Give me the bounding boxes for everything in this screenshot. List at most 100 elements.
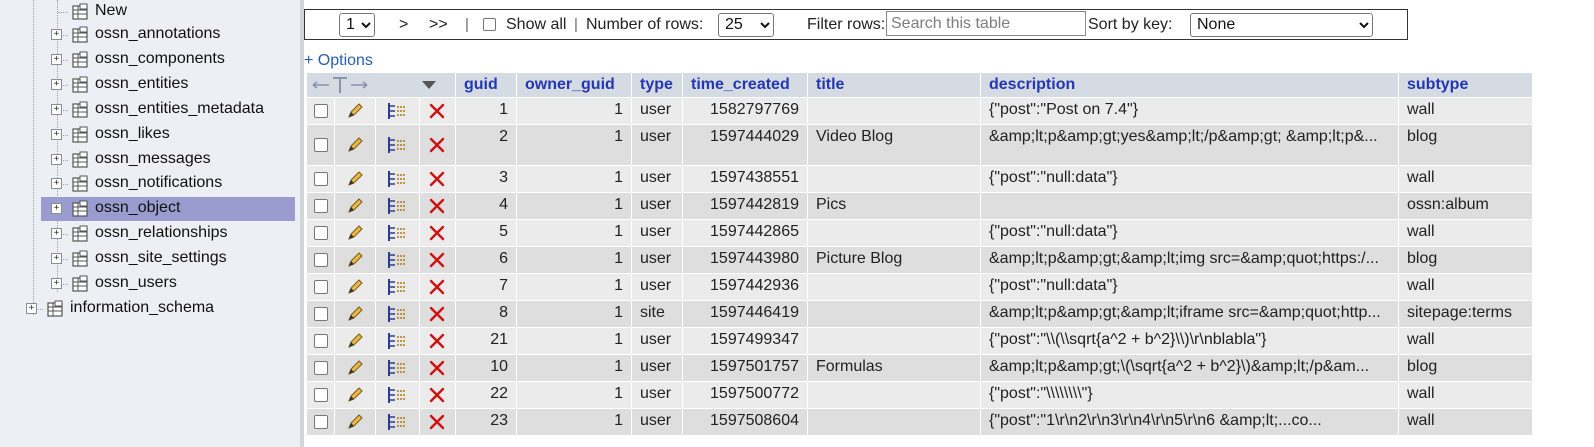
cell-subtype[interactable]: wall	[1399, 382, 1532, 408]
cell-subtype[interactable]: blog	[1399, 247, 1532, 273]
delete-x-icon[interactable]	[428, 359, 446, 377]
row-select-checkbox[interactable]	[313, 414, 328, 429]
cell-time-created[interactable]: 1597438551	[683, 166, 807, 192]
cell-time-created[interactable]: 1582797769	[683, 98, 807, 124]
copy-row-icon[interactable]	[386, 250, 408, 270]
cell-type[interactable]: user	[632, 274, 682, 300]
cell-subtype[interactable]: ossn:album	[1399, 193, 1532, 219]
delete-x-icon[interactable]	[428, 305, 446, 323]
cell-guid[interactable]: 7	[456, 274, 516, 300]
cell-type[interactable]: user	[632, 409, 682, 435]
expand-toggle-icon[interactable]: +	[51, 129, 62, 140]
copy-row-icon[interactable]	[386, 101, 408, 121]
expand-toggle-icon[interactable]: +	[51, 154, 62, 165]
cell-description[interactable]: &amp;lt;p&amp;gt;&amp;lt;img src=&amp;qu…	[981, 247, 1398, 273]
pencil-edit-icon[interactable]	[345, 304, 365, 324]
cell-title[interactable]	[808, 274, 980, 300]
cell-time-created[interactable]: 1597442936	[683, 274, 807, 300]
pencil-edit-icon[interactable]	[345, 277, 365, 297]
cell-type[interactable]: user	[632, 247, 682, 273]
delete-x-icon[interactable]	[428, 224, 446, 242]
pencil-edit-icon[interactable]	[345, 169, 365, 189]
pencil-edit-icon[interactable]	[345, 135, 365, 155]
cell-title[interactable]: Formulas	[808, 355, 980, 381]
cell-owner-guid[interactable]: 1	[517, 193, 631, 219]
number-of-rows-select[interactable]: 25	[718, 12, 774, 37]
cell-type[interactable]: user	[632, 166, 682, 192]
pencil-edit-icon[interactable]	[345, 250, 365, 270]
expand-toggle-icon[interactable]: +	[51, 278, 62, 289]
delete-x-icon[interactable]	[428, 278, 446, 296]
cell-title[interactable]: Video Blog	[808, 125, 980, 165]
cell-subtype[interactable]: sitepage:terms	[1399, 301, 1532, 327]
copy-row-icon[interactable]	[386, 385, 408, 405]
nav-item-new[interactable]: New	[0, 0, 300, 24]
cell-description[interactable]: {"post":"\\(\\sqrt{a^2 + b^2}\\)\r\nblab…	[981, 328, 1398, 354]
nav-item-ossn-messages[interactable]: + ossn_messages	[0, 148, 300, 172]
expand-toggle-icon[interactable]: +	[51, 29, 62, 40]
copy-row-icon[interactable]	[386, 412, 408, 432]
nav-item-ossn-annotations[interactable]: + ossn_annotations	[0, 23, 300, 47]
cell-guid[interactable]: 22	[456, 382, 516, 408]
nav-item-ossn-users[interactable]: + ossn_users	[0, 272, 300, 296]
cell-owner-guid[interactable]: 1	[517, 355, 631, 381]
row-select-checkbox[interactable]	[313, 137, 328, 152]
nav-item-ossn-entities-metadata[interactable]: + ossn_entities_metadata	[0, 98, 300, 122]
pencil-edit-icon[interactable]	[345, 223, 365, 243]
cell-subtype[interactable]: wall	[1399, 220, 1532, 246]
column-header-owner-guid[interactable]: owner_guid	[517, 73, 631, 97]
cell-title[interactable]	[808, 301, 980, 327]
cell-guid[interactable]: 6	[456, 247, 516, 273]
cell-description[interactable]: {"post":"\\\\\\\\"}	[981, 382, 1398, 408]
cell-title[interactable]: Pics	[808, 193, 980, 219]
cell-time-created[interactable]: 1597499347	[683, 328, 807, 354]
copy-row-icon[interactable]	[386, 331, 408, 351]
cell-owner-guid[interactable]: 1	[517, 166, 631, 192]
cell-time-created[interactable]: 1597446419	[683, 301, 807, 327]
delete-x-icon[interactable]	[428, 413, 446, 431]
delete-x-icon[interactable]	[428, 251, 446, 269]
row-select-checkbox[interactable]	[313, 103, 328, 118]
cell-owner-guid[interactable]: 1	[517, 98, 631, 124]
cell-subtype[interactable]: wall	[1399, 166, 1532, 192]
row-select-checkbox[interactable]	[313, 387, 328, 402]
cell-guid[interactable]: 1	[456, 98, 516, 124]
pencil-edit-icon[interactable]	[345, 412, 365, 432]
copy-row-icon[interactable]	[386, 223, 408, 243]
column-header-subtype[interactable]: subtype	[1399, 73, 1532, 97]
cell-description[interactable]: {"post":"1\r\n2\r\n3\r\n4\r\n5\r\n6 &amp…	[981, 409, 1398, 435]
cell-owner-guid[interactable]: 1	[517, 409, 631, 435]
cell-title[interactable]	[808, 409, 980, 435]
copy-row-icon[interactable]	[386, 196, 408, 216]
copy-row-icon[interactable]	[386, 304, 408, 324]
show-all-checkbox[interactable]	[483, 18, 496, 31]
expand-toggle-icon[interactable]: +	[51, 54, 62, 65]
cell-time-created[interactable]: 1597443980	[683, 247, 807, 273]
nav-item-ossn-object[interactable]: + ossn_object	[41, 197, 295, 221]
row-select-checkbox[interactable]	[313, 333, 328, 348]
cell-owner-guid[interactable]: 1	[517, 247, 631, 273]
column-header-time-created[interactable]: time_created	[683, 73, 807, 97]
delete-x-icon[interactable]	[428, 386, 446, 404]
delete-x-icon[interactable]	[428, 102, 446, 120]
options-link[interactable]: + Options	[304, 52, 373, 70]
last-page-button[interactable]: >>	[429, 10, 448, 39]
row-select-checkbox[interactable]	[313, 198, 328, 213]
cell-owner-guid[interactable]: 1	[517, 274, 631, 300]
filter-rows-input[interactable]	[886, 11, 1086, 36]
pencil-edit-icon[interactable]	[345, 358, 365, 378]
cell-title[interactable]	[808, 166, 980, 192]
cell-time-created[interactable]: 1597442865	[683, 220, 807, 246]
cell-type[interactable]: user	[632, 125, 682, 165]
cell-guid[interactable]: 2	[456, 125, 516, 165]
cell-owner-guid[interactable]: 1	[517, 382, 631, 408]
nav-item-ossn-likes[interactable]: + ossn_likes	[0, 123, 300, 147]
copy-row-icon[interactable]	[386, 277, 408, 297]
pencil-edit-icon[interactable]	[345, 331, 365, 351]
row-select-checkbox[interactable]	[313, 279, 328, 294]
cell-owner-guid[interactable]: 1	[517, 220, 631, 246]
copy-row-icon[interactable]	[386, 358, 408, 378]
row-select-checkbox[interactable]	[313, 306, 328, 321]
row-select-checkbox[interactable]	[313, 225, 328, 240]
cell-subtype[interactable]: wall	[1399, 98, 1532, 124]
